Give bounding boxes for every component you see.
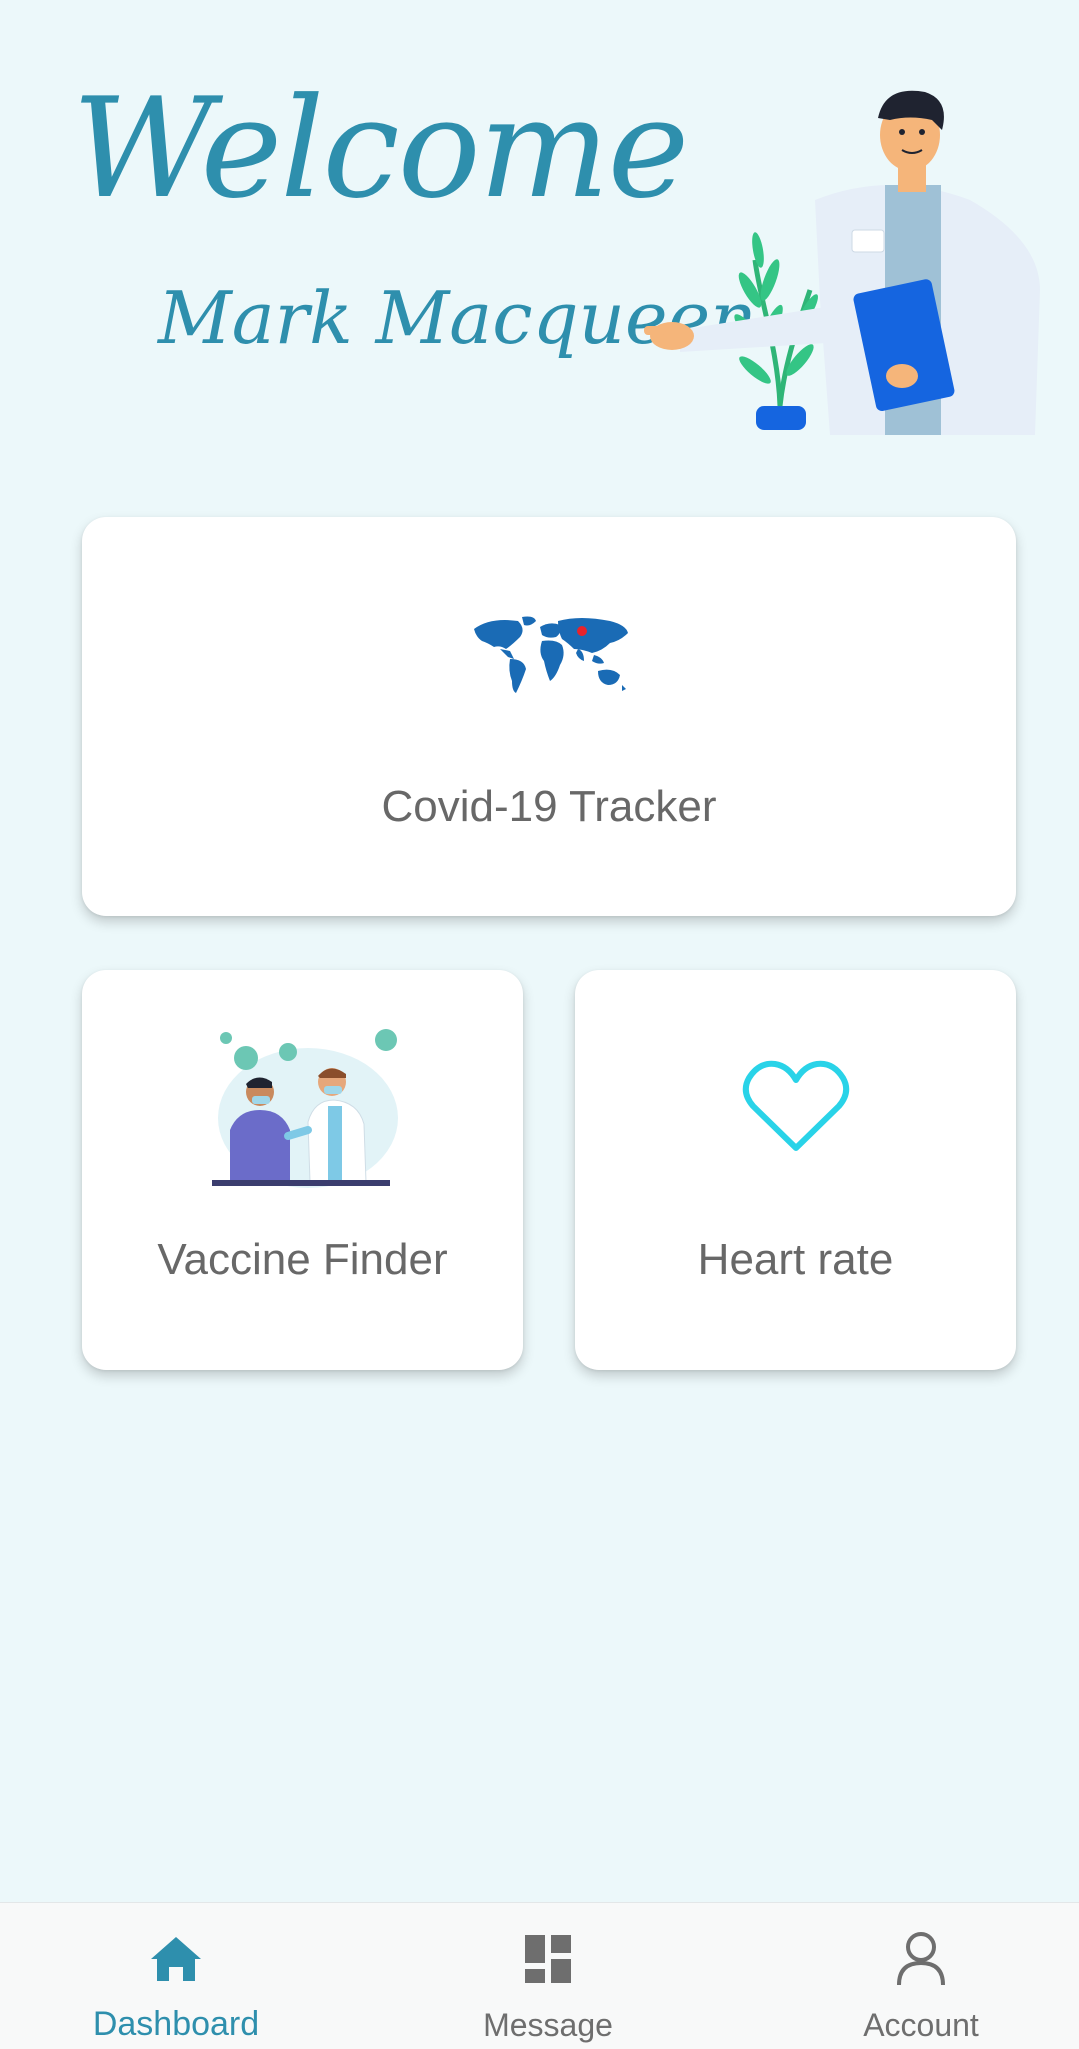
home-icon [151, 1937, 201, 1981]
bottom-navigation: Dashboard Message Account [0, 1902, 1079, 2049]
doctor-illustration [644, 90, 1040, 435]
welcome-title: Welcome [72, 68, 689, 229]
nav-account-label: Account [863, 2007, 979, 2043]
nav-dashboard[interactable]: Dashboard [56, 1903, 296, 2049]
person-icon [897, 1932, 945, 1986]
welcome-header: Welcome Mark Macqueen [0, 0, 1079, 460]
heart-rate-card[interactable]: Heart rate [575, 970, 1016, 1370]
heart-outline-icon [742, 1060, 850, 1151]
vaccine-finder-card[interactable]: Vaccine Finder [82, 970, 523, 1370]
nav-dashboard-label: Dashboard [92, 2005, 260, 2043]
nav-message-label: Message [483, 2007, 613, 2043]
nav-account[interactable]: Account [801, 1903, 1041, 2049]
covid-tracker-label: Covid-19 Tracker [381, 782, 717, 831]
heart-rate-label: Heart rate [697, 1235, 894, 1284]
nav-message[interactable]: Message [428, 1903, 668, 2049]
covid-tracker-card[interactable]: Covid-19 Tracker [82, 517, 1016, 916]
vaccination-illustration [212, 1029, 398, 1188]
world-map-icon [474, 616, 628, 693]
vaccine-finder-label: Vaccine Finder [157, 1235, 448, 1284]
grid-icon [525, 1935, 571, 1983]
